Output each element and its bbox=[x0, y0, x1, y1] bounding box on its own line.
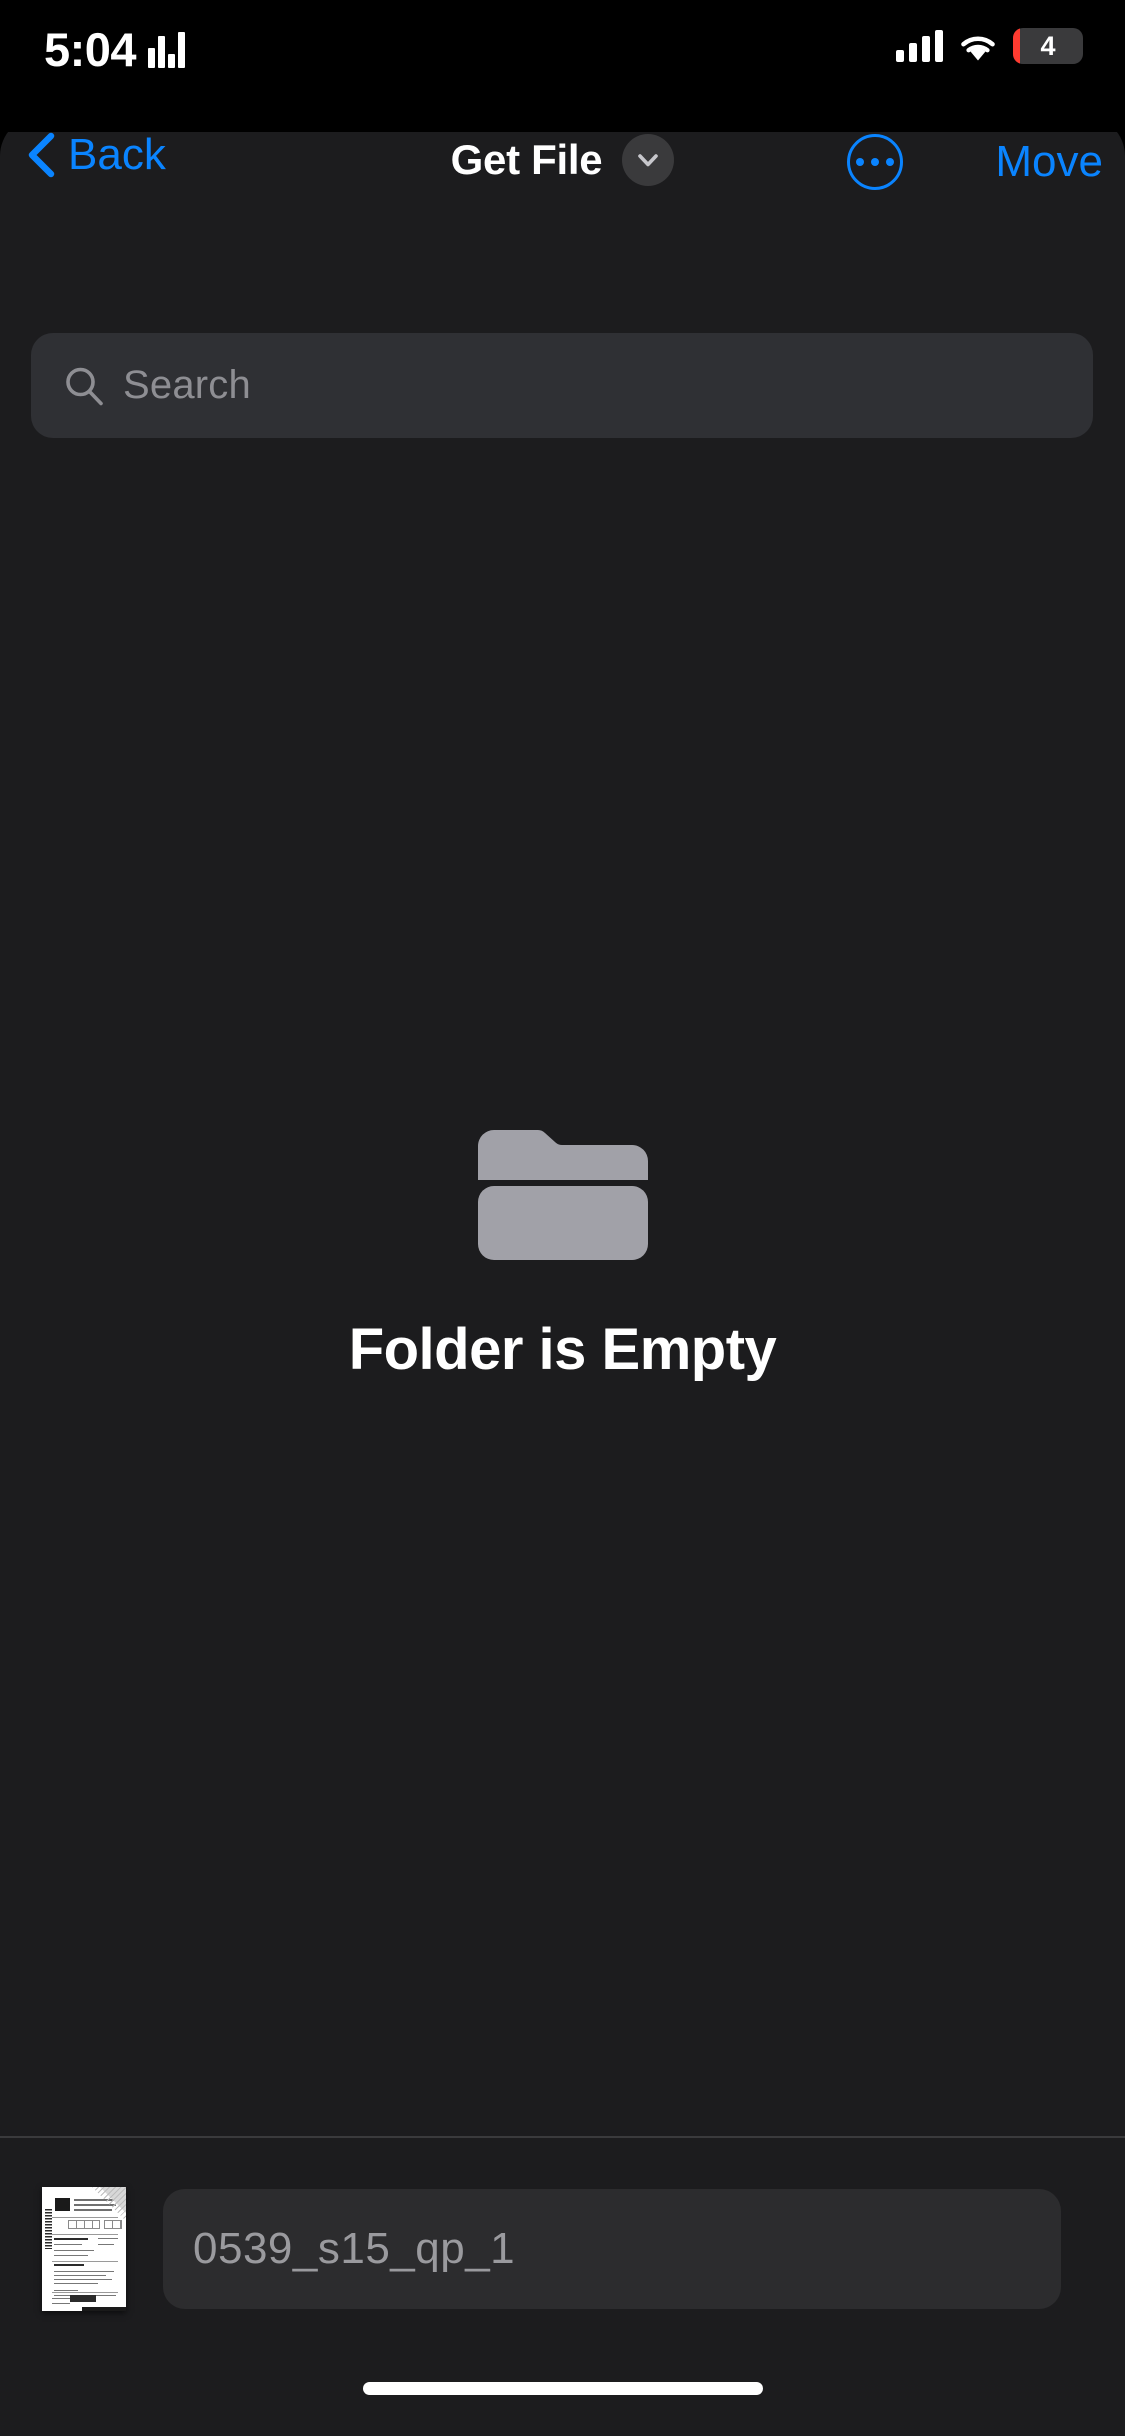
phone-screen: 5:04 4 Back Get File Move Search Folder … bbox=[0, 0, 1125, 2436]
search-placeholder: Search bbox=[123, 363, 251, 407]
filename-value: 0539_s15_qp_1 bbox=[193, 2224, 516, 2273]
status-bar-left: 5:04 bbox=[44, 23, 186, 76]
ellipsis-circle-icon[interactable] bbox=[847, 134, 903, 190]
move-button[interactable]: Move bbox=[995, 134, 1103, 190]
status-bar-clock: 5:04 bbox=[44, 23, 137, 76]
home-indicator[interactable] bbox=[362, 2382, 763, 2395]
cellular-signal-icon bbox=[896, 30, 943, 62]
empty-state: Folder is Empty bbox=[0, 1130, 1125, 1383]
search-input[interactable]: Search bbox=[31, 333, 1093, 438]
bottom-bar: 0539_s15_qp_1 bbox=[0, 2138, 1125, 2360]
folder-icon bbox=[477, 1130, 648, 1260]
empty-state-title: Folder is Empty bbox=[348, 1317, 777, 1382]
battery-level-label: 4 bbox=[1040, 30, 1056, 61]
search-icon bbox=[66, 367, 103, 405]
books-icon bbox=[148, 31, 186, 68]
chevron-down-icon[interactable] bbox=[622, 134, 675, 186]
document-thumbnail[interactable] bbox=[42, 2187, 126, 2311]
page-title: Get File bbox=[450, 136, 603, 183]
nav-title-group: Get File bbox=[0, 134, 1125, 186]
wifi-icon bbox=[961, 36, 995, 60]
filename-input[interactable]: 0539_s15_qp_1 bbox=[163, 2189, 1061, 2309]
battery-low-icon: 4 bbox=[1013, 28, 1083, 64]
status-bar: 5:04 4 bbox=[0, 0, 1125, 132]
status-bar-right: 4 bbox=[896, 28, 1083, 64]
